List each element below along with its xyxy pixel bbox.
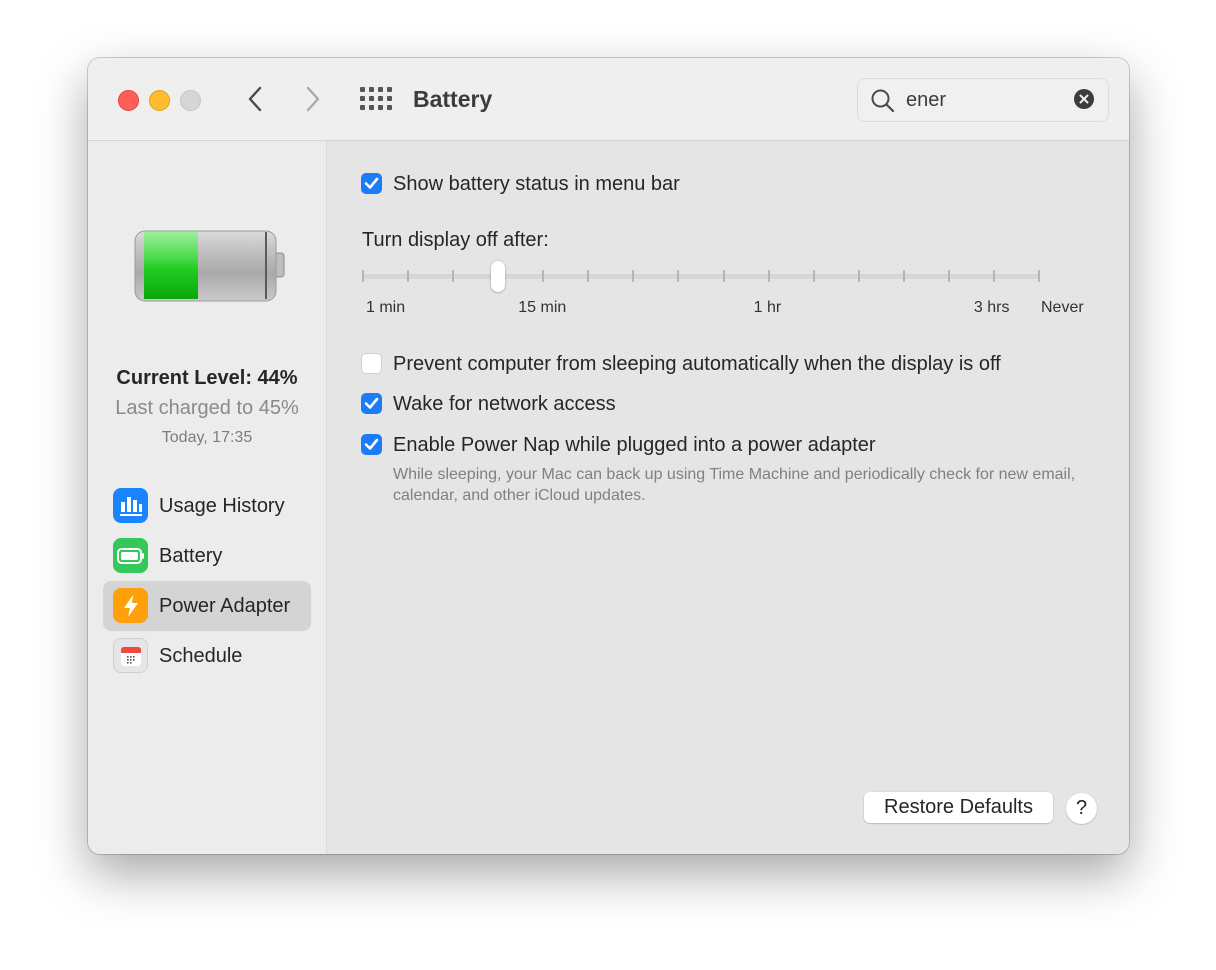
restore-defaults-button[interactable]: Restore Defaults [864, 792, 1053, 823]
power-nap-description: While sleeping, your Mac can back up usi… [393, 466, 1076, 504]
search-input[interactable] [906, 87, 1066, 113]
show-all-grid-button[interactable] [360, 87, 392, 111]
sidebar-item-label: Schedule [159, 645, 243, 667]
battery-fill [144, 232, 198, 299]
window-title: Battery [413, 86, 493, 112]
slider-tick [857, 270, 860, 282]
show-battery-status-checkbox[interactable] [361, 173, 382, 194]
prevent-sleep-checkbox[interactable] [361, 353, 382, 374]
chevron-right-icon [306, 86, 320, 112]
checkmark-icon [364, 177, 379, 189]
slider-tick [362, 270, 364, 282]
system-preferences-window: Battery ener Current Level: 44% Last cha… [88, 58, 1129, 854]
display-off-label: Turn display off after: [362, 229, 549, 251]
slider-tick [902, 270, 905, 282]
prevent-sleep-label: Prevent computer from sleeping automatic… [393, 353, 1001, 375]
search-field[interactable] [857, 78, 1109, 122]
slider-tick [947, 270, 950, 282]
minimize-window-button[interactable] [149, 90, 170, 111]
sidebar-nav: Usage History Battery Power Adapter Sche… [103, 481, 311, 681]
chevron-left-icon [248, 86, 262, 112]
sidebar: Current Level: 44% Last charged to 45% T… [88, 141, 327, 854]
sidebar-item-usage-history[interactable]: Usage History [103, 481, 311, 531]
sidebar-item-schedule[interactable]: Schedule [103, 631, 311, 681]
slider-tick [452, 270, 455, 282]
close-icon [1079, 94, 1089, 104]
slider-tick [407, 270, 410, 282]
power-nap-label: Enable Power Nap while plugged into a po… [393, 434, 876, 456]
current-level-text: Current Level: 44% [116, 367, 298, 389]
sidebar-item-label: Battery [159, 545, 223, 567]
close-window-button[interactable] [118, 90, 139, 111]
charged-time-text: Today, 17:35 [161, 429, 253, 446]
settings-panel: Show battery status in menu bar Turn dis… [327, 141, 1129, 854]
battery-level-icon [134, 230, 285, 302]
slider-tick [722, 270, 725, 282]
show-battery-status-label: Show battery status in menu bar [393, 173, 680, 195]
sidebar-item-label: Power Adapter [159, 595, 291, 617]
slider-tick-label: 15 min [518, 299, 567, 316]
title-bar: Battery [88, 58, 1129, 141]
lightning-bolt-icon [113, 588, 148, 623]
calendar-icon [113, 638, 148, 673]
bar-chart-icon [113, 488, 148, 523]
search-icon [871, 89, 895, 113]
sidebar-item-label: Usage History [159, 495, 285, 517]
clear-search-button[interactable] [1074, 89, 1094, 109]
slider-track [362, 274, 1040, 279]
last-charged-text: Last charged to 45% [115, 397, 299, 419]
slider-tick [812, 270, 815, 282]
battery-icon [113, 538, 148, 573]
power-nap-checkbox[interactable] [361, 434, 382, 455]
slider-tick [542, 270, 545, 282]
checkmark-icon [364, 397, 379, 409]
zoom-window-button[interactable] [180, 90, 201, 111]
slider-tick-label: 1 hr [753, 299, 782, 316]
forward-button[interactable] [298, 84, 328, 114]
checkmark-icon [364, 438, 379, 450]
slider-tick [1038, 270, 1040, 282]
slider-tick-label: Never [1041, 299, 1084, 316]
sidebar-item-battery[interactable]: Battery [103, 531, 311, 581]
wake-network-label: Wake for network access [393, 393, 616, 415]
slider-tick [767, 270, 770, 282]
back-button[interactable] [240, 84, 270, 114]
slider-tick-label: 3 hrs [973, 299, 1010, 316]
display-off-slider[interactable] [362, 259, 1042, 295]
wake-network-checkbox[interactable] [361, 393, 382, 414]
slider-thumb[interactable] [491, 261, 506, 292]
help-button[interactable]: ? [1066, 793, 1097, 824]
slider-tick-label: 1 min [366, 299, 406, 316]
sidebar-item-power-adapter[interactable]: Power Adapter [103, 581, 311, 631]
slider-tick [992, 270, 995, 282]
